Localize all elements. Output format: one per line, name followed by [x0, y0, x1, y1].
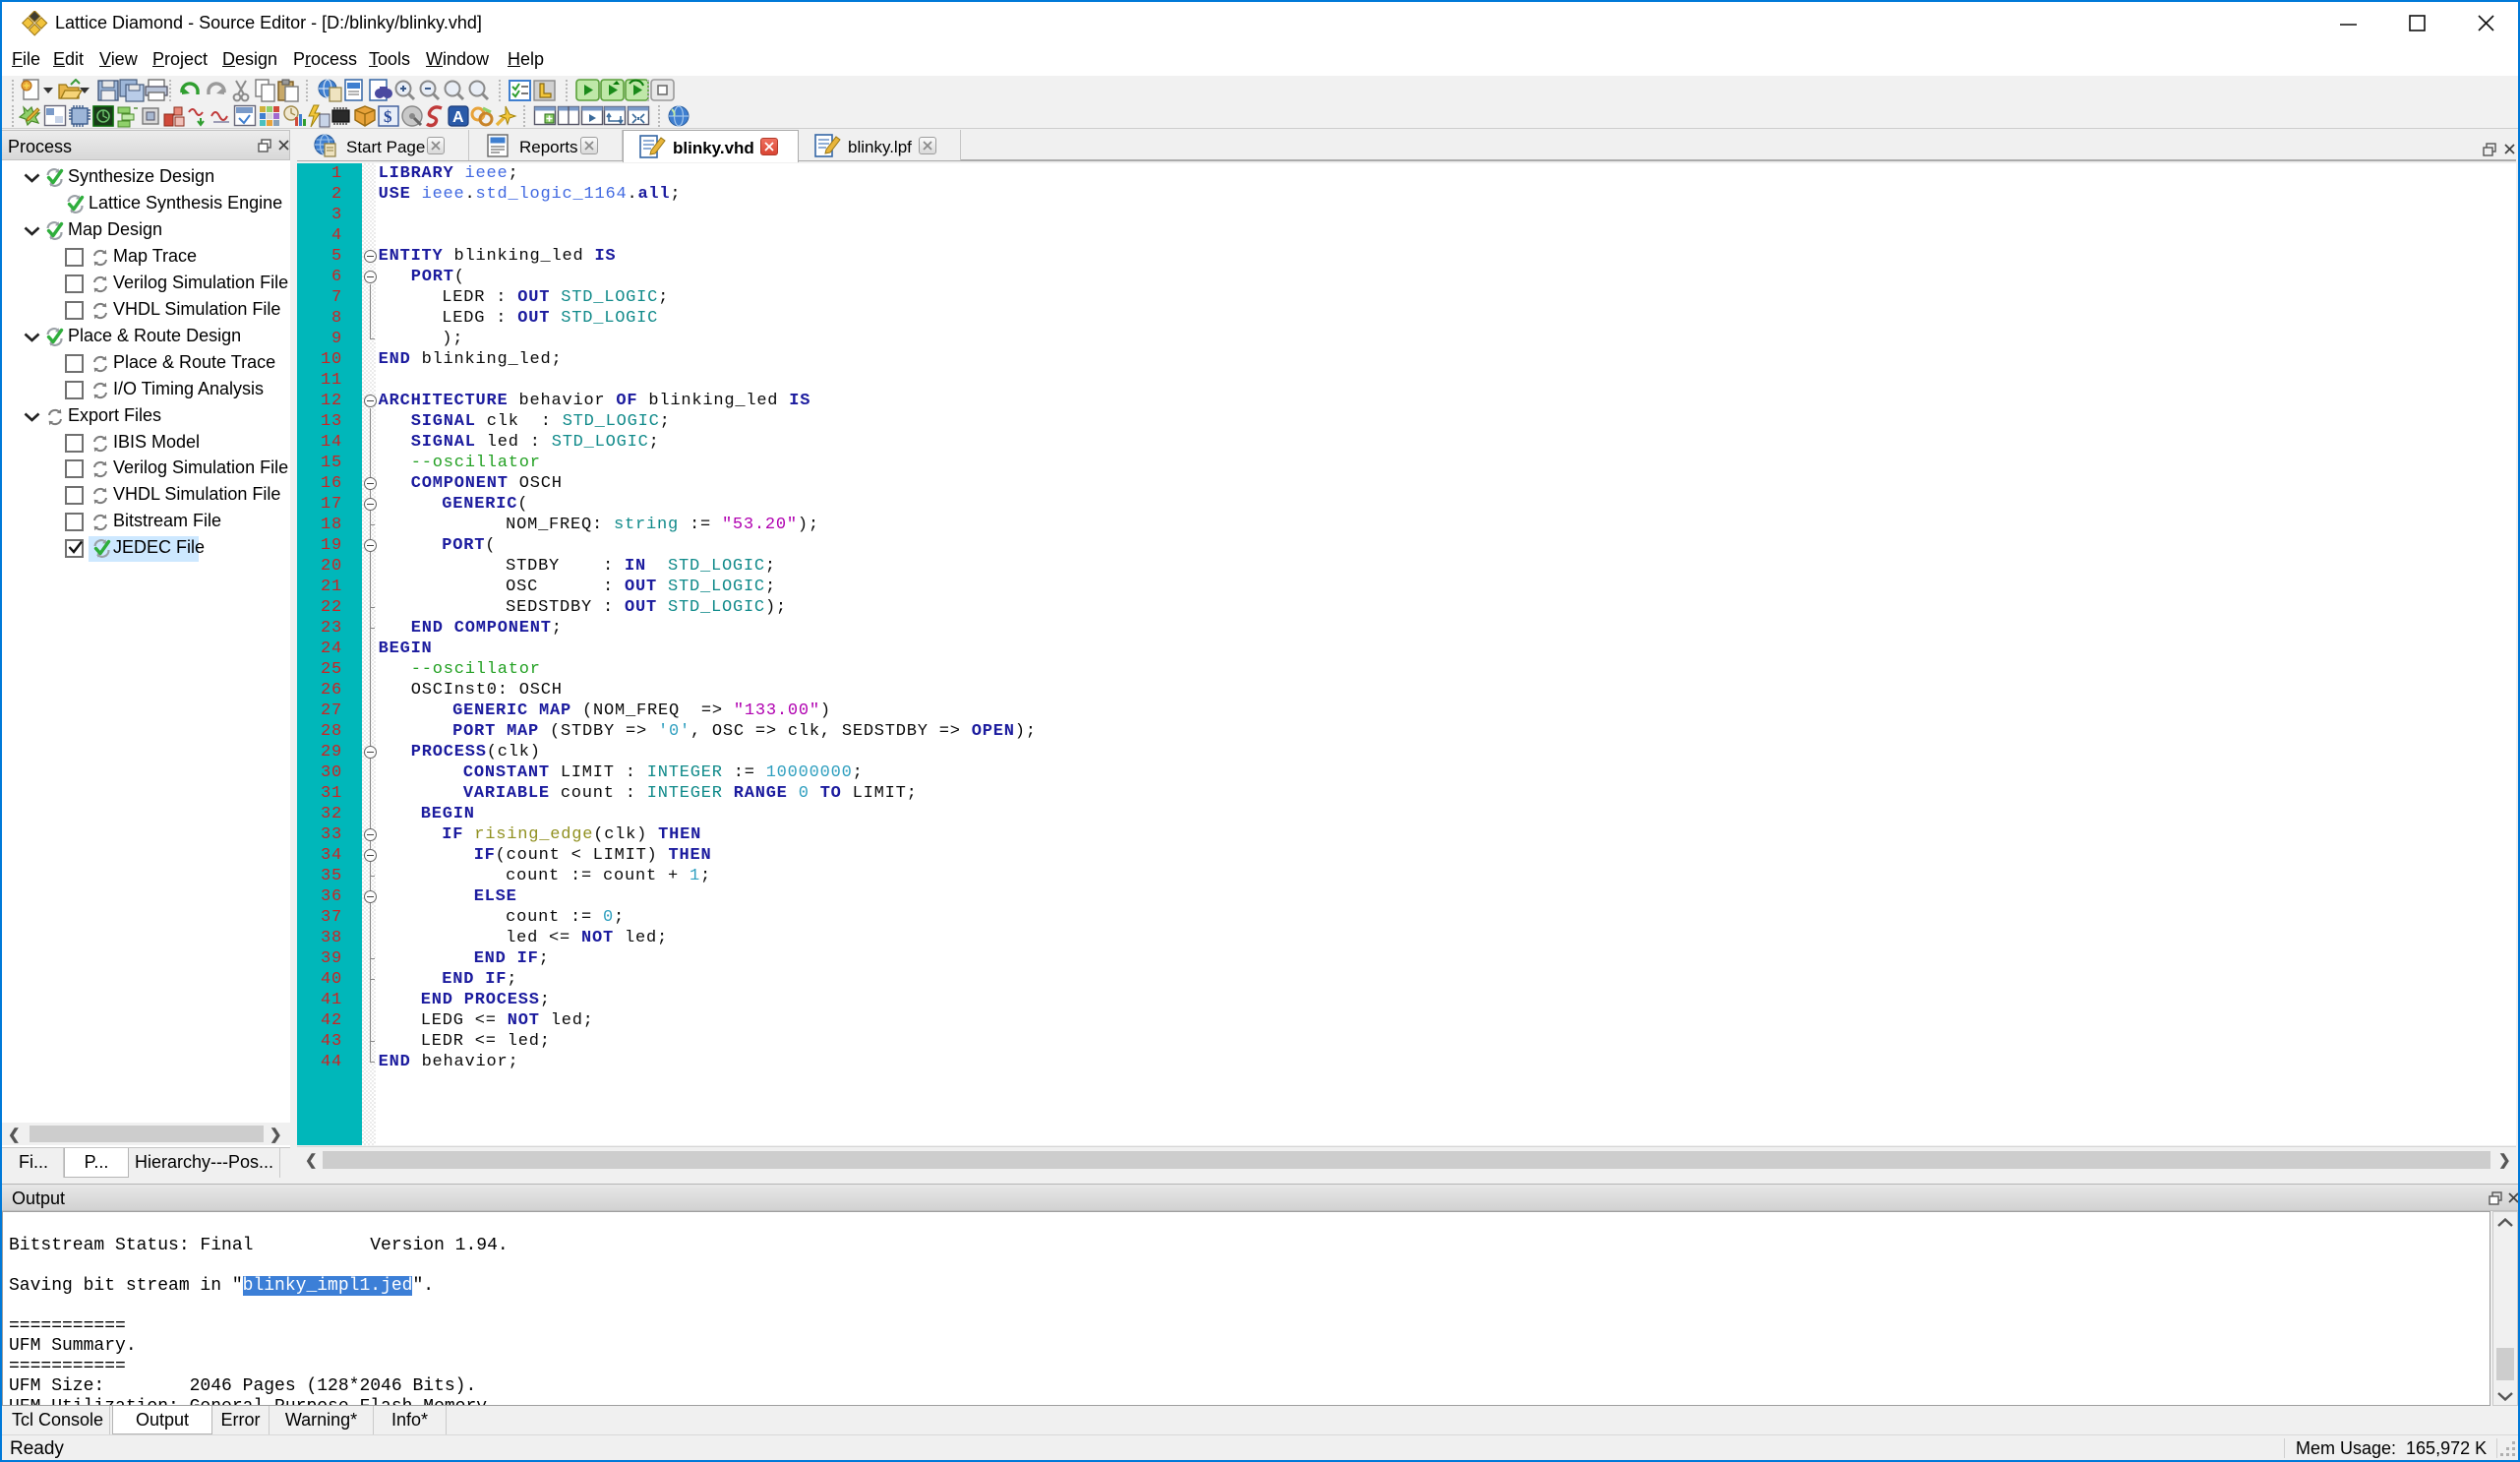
- svg-text:$: $: [384, 107, 392, 126]
- svg-text:A: A: [452, 109, 464, 126]
